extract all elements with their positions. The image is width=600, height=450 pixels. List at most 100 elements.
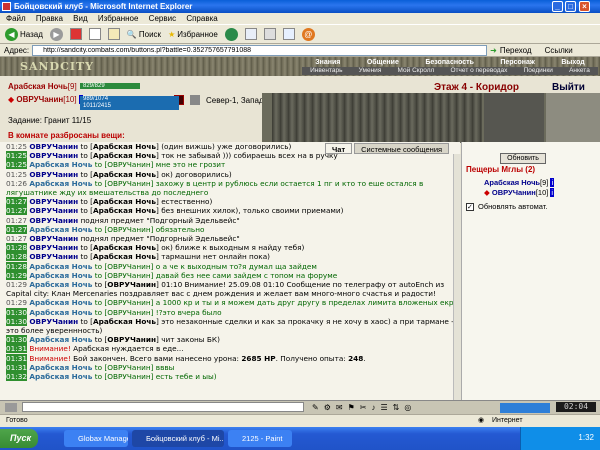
menu-inventory[interactable]: Инвентарь <box>310 67 342 75</box>
auto-refresh-checkbox[interactable]: ✓ <box>466 202 474 211</box>
menu-communication[interactable]: Общение <box>367 59 399 67</box>
menu-character[interactable]: Персонаж <box>500 59 534 67</box>
message-author[interactable]: Арабская Ночь <box>29 179 92 188</box>
menu-favorites[interactable]: Избранное <box>98 14 139 23</box>
message-author[interactable]: ОВРУЧанин <box>29 170 78 179</box>
stop-button[interactable] <box>68 26 84 42</box>
message-author[interactable]: Арабская Ночь <box>29 363 92 372</box>
auto-refresh-option[interactable]: ✓ Обновлять автомат. <box>466 202 547 211</box>
minimize-button[interactable]: _ <box>552 1 563 12</box>
message-author[interactable]: ОВРУЧанин <box>29 206 78 215</box>
message-recipient[interactable]: to [ОВРУЧанин] <box>95 308 156 317</box>
message-recipient[interactable]: to [ОВРУЧанин] <box>95 372 156 381</box>
message-recipient[interactable]: to [Арабская Ночь] <box>80 170 161 179</box>
message-author[interactable]: Арабская Ночь <box>29 308 92 317</box>
menu-file[interactable]: Файл <box>6 14 26 23</box>
message-author[interactable]: ОВРУЧанин <box>29 317 78 326</box>
message-author[interactable]: ОВРУЧанин <box>29 151 78 160</box>
task-globax[interactable]: Globax Management App... <box>64 430 128 447</box>
minimap[interactable] <box>484 93 544 143</box>
message-recipient[interactable]: to [Арабская Ночь] <box>80 243 161 252</box>
message-author[interactable]: ОВРУЧанин <box>29 234 78 243</box>
exit-link[interactable]: Выйти <box>552 82 585 93</box>
menu-transfers[interactable]: Отчет о переводах <box>451 67 508 75</box>
go-button[interactable]: Переход <box>500 46 532 55</box>
menu-view[interactable]: Вид <box>73 14 87 23</box>
channel-filter[interactable] <box>500 403 550 413</box>
close-button[interactable]: × <box>579 1 590 12</box>
message-recipient[interactable]: to [ОВРУЧанин] <box>95 363 156 372</box>
print-button[interactable] <box>262 26 278 42</box>
forward-button[interactable]: ▶ <box>48 26 65 42</box>
menu-edit[interactable]: Правка <box>36 14 63 23</box>
menu-profile[interactable]: Анкета <box>569 67 590 75</box>
tab-system[interactable]: Системные сообщения <box>354 143 450 154</box>
refresh-users-button[interactable]: Обновить <box>500 153 546 164</box>
menu-fights[interactable]: Поединки <box>524 67 553 75</box>
player2-nick[interactable]: ОВРУЧанин <box>16 95 63 104</box>
chat-scrollbar[interactable] <box>453 154 461 400</box>
message-recipient[interactable]: to [ОВРУЧанин] <box>95 225 156 234</box>
dungeon-view[interactable] <box>262 93 600 143</box>
go-arrow-icon[interactable]: ➜ <box>490 46 497 55</box>
message-author[interactable]: Арабская Ночь <box>29 335 92 344</box>
message-author[interactable]: Арабская Ночь <box>29 298 92 307</box>
back-button[interactable]: ◀ Назад <box>3 26 45 42</box>
message-recipient[interactable]: to [ОВРУЧанин] <box>95 262 156 271</box>
message-author[interactable]: Арабская Ночь <box>29 160 92 169</box>
media-button[interactable] <box>223 26 240 42</box>
message-recipient[interactable]: to [Арабская Ночь] <box>80 206 161 215</box>
chat-tool-icons[interactable]: ✎⚙✉⚑✂♪☰⇅◎ <box>312 403 416 412</box>
message-recipient[interactable]: to [ОВРУЧанин] <box>95 280 161 289</box>
player1-nick[interactable]: Арабская Ночь <box>8 82 68 91</box>
message-author[interactable]: Арабская Ночь <box>29 262 92 271</box>
address-input[interactable] <box>32 44 488 56</box>
user-row[interactable]: Арабская Ночь[9] i <box>484 178 555 187</box>
info-icon[interactable]: i <box>550 178 555 187</box>
user-row[interactable]: ◆ ОВРУЧанин[10] i <box>484 188 555 197</box>
message-recipient[interactable]: to [Арабская Ночь] <box>80 197 161 206</box>
links-button[interactable]: Ссылки <box>545 46 573 55</box>
menu-exit[interactable]: Выход <box>561 59 584 67</box>
message-author[interactable]: Арабская Ночь <box>29 225 92 234</box>
chat-input[interactable] <box>22 402 304 412</box>
refresh-button[interactable] <box>87 26 103 42</box>
menu-scroll[interactable]: Мой Скролл <box>398 67 435 75</box>
message-recipient[interactable]: to [Арабская Ночь] <box>80 142 161 151</box>
menu-security[interactable]: Безопасность <box>425 59 474 67</box>
message-recipient[interactable]: to [ОВРУЧанин] <box>95 335 161 344</box>
task-paint[interactable]: 2125 - Paint <box>228 430 292 447</box>
mail-button[interactable] <box>243 26 259 42</box>
menu-help[interactable]: Справка <box>186 14 217 23</box>
menu-knowledge[interactable]: Знания <box>315 59 340 67</box>
message-recipient[interactable]: to [Арабская Ночь] <box>80 151 161 160</box>
edit-button[interactable] <box>281 26 297 42</box>
message-recipient[interactable]: to [ОВРУЧанин] <box>95 271 156 280</box>
message-author[interactable]: ОВРУЧанин <box>29 197 78 206</box>
message-recipient[interactable]: to [Арабская Ночь] <box>80 317 161 326</box>
message-author[interactable]: Арабская Ночь <box>29 271 92 280</box>
messenger-button[interactable]: @ <box>300 26 317 42</box>
message-author[interactable]: ОВРУЧанин <box>29 142 78 151</box>
search-button[interactable]: 🔍 Поиск <box>125 26 163 42</box>
menu-tools[interactable]: Сервис <box>149 14 176 23</box>
task-combats[interactable]: Бойцовский клуб - Mi... <box>132 430 224 447</box>
message-recipient[interactable]: to [ОВРУЧанин] <box>95 298 156 307</box>
start-button[interactable]: Пуск <box>0 429 38 448</box>
maximize-button[interactable]: □ <box>565 1 576 12</box>
message-author[interactable]: ОВРУЧанин <box>29 216 78 225</box>
message-author[interactable]: Арабская Ночь <box>29 280 92 289</box>
menu-skills[interactable]: Умения <box>359 67 382 75</box>
tab-chat[interactable]: Чат <box>325 143 353 154</box>
message-author[interactable]: ОВРУЧанин <box>29 252 78 261</box>
message-recipient[interactable]: to [ОВРУЧанин] <box>95 160 156 169</box>
home-button[interactable] <box>106 26 122 42</box>
navigation-controls[interactable] <box>546 93 600 143</box>
smiley-icon[interactable] <box>5 403 17 412</box>
message-recipient[interactable]: to [ОВРУЧанин] <box>95 179 156 188</box>
message-author[interactable]: ОВРУЧанин <box>29 243 78 252</box>
favorites-button[interactable]: ★ Избранное <box>166 26 220 42</box>
info-icon[interactable]: i <box>550 188 555 197</box>
message-recipient[interactable]: to [Арабская Ночь] <box>80 252 161 261</box>
message-author[interactable]: Арабская Ночь <box>29 372 92 381</box>
